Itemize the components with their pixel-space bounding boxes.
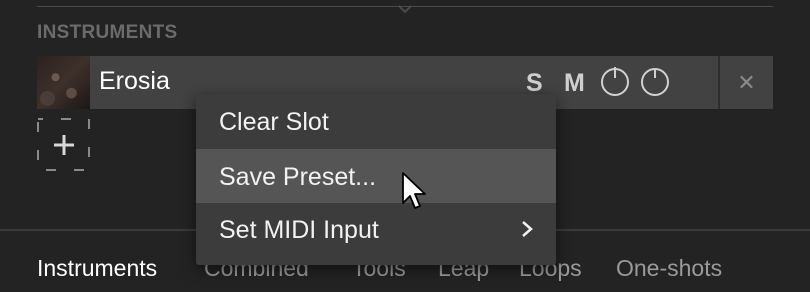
menu-item-save-preset[interactable]: Save Preset... xyxy=(196,149,556,203)
instrument-thumbnail xyxy=(37,56,90,109)
mute-button[interactable]: M xyxy=(564,69,585,98)
collapse-notch-icon[interactable] xyxy=(399,1,411,13)
context-menu: Clear Slot Save Preset... Set MIDI Input xyxy=(196,94,556,265)
menu-item-clear-slot[interactable]: Clear Slot xyxy=(196,94,556,148)
knob-icon[interactable] xyxy=(639,65,671,97)
tab-one-shots[interactable]: One-shots xyxy=(616,255,722,282)
mouse-cursor-icon xyxy=(402,172,426,209)
instrument-name: Erosia xyxy=(99,67,170,95)
menu-item-label: Save Preset... xyxy=(219,163,377,191)
close-icon[interactable]: ✕ xyxy=(720,56,773,109)
menu-item-set-midi-input[interactable]: Set MIDI Input xyxy=(196,202,556,256)
section-title: INSTRUMENTS xyxy=(37,22,178,43)
tab-instruments[interactable]: Instruments xyxy=(37,255,157,282)
add-slot-button[interactable] xyxy=(37,118,90,171)
menu-item-label: Set MIDI Input xyxy=(219,216,379,244)
menu-item-label: Clear Slot xyxy=(219,108,329,136)
chevron-right-icon xyxy=(522,221,533,237)
power-knob-icon[interactable] xyxy=(599,65,631,97)
